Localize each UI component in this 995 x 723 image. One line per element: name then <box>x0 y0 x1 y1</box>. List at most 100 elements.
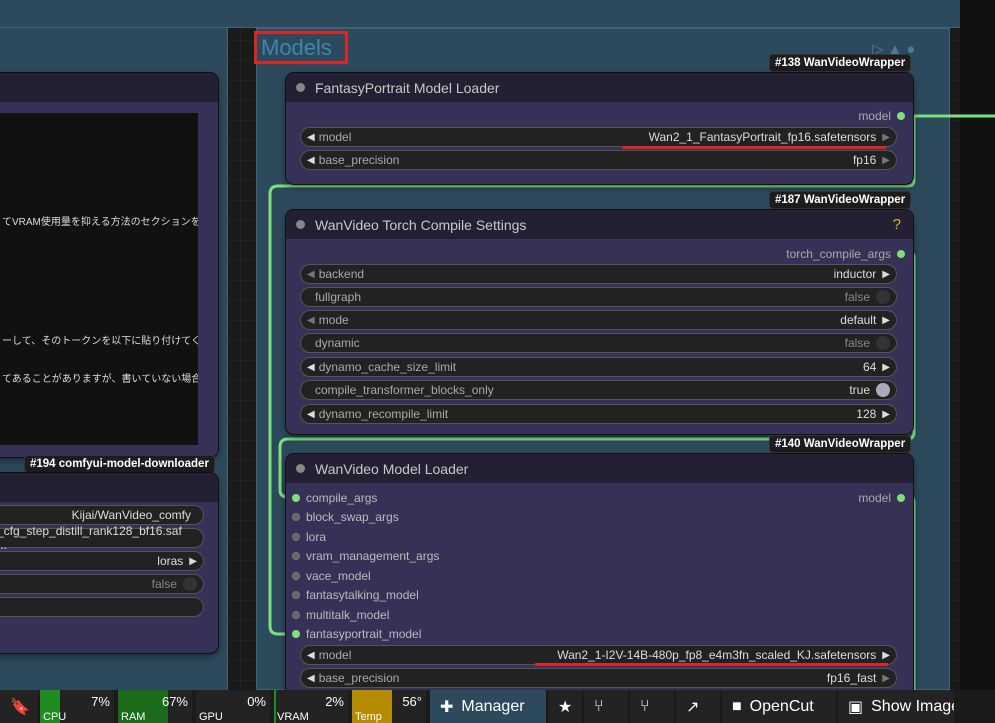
help-icon[interactable]: ? <box>893 216 901 233</box>
notes-line: てあることがありますが、書いていない場合 <box>2 374 198 385</box>
output-slot-model[interactable]: model <box>858 109 905 123</box>
filename-widget[interactable]: _cfg_step_distill_rank128_bf16.saf ... <box>0 524 204 552</box>
slot-dot-icon[interactable] <box>292 552 300 560</box>
highlight-underline <box>622 146 886 149</box>
notes-textarea[interactable]: てVRAM使用量を抑える方法のセクションを読 ーして、そのトークンを以下に貼り付… <box>0 113 198 445</box>
puzzle-icon: ✚ <box>440 698 454 716</box>
collapse-dot-icon[interactable] <box>296 83 305 92</box>
arrow-left-icon[interactable]: ◀ <box>307 673 315 684</box>
downloader-node[interactable]: てVRAM使用量を抑える方法のセクションを読 ーして、そのトークンを以下に貼り付… <box>0 73 218 457</box>
video-icon: ■ <box>732 697 742 715</box>
input-slot-fantasytalking-model[interactable]: fantasytalking_model <box>292 588 419 602</box>
input-slot-lora[interactable]: lora <box>292 530 326 544</box>
arrow-right-icon[interactable]: ▶ <box>882 132 890 143</box>
input-slot-vram-management-args[interactable]: vram_management_args <box>292 549 439 563</box>
arrow-left-icon[interactable]: ◀ <box>307 155 315 166</box>
model-widget[interactable]: ◀ model Wan2_1-I2V-14B-480p_fp8_e4m3fn_s… <box>300 645 897 665</box>
model-widget[interactable]: ◀ model Wan2_1_FantasyPortrait_fp16.safe… <box>300 127 897 147</box>
input-slot-compile-args[interactable]: compile_args <box>292 491 377 505</box>
node-title: FantasyPortrait Model Loader <box>315 79 500 96</box>
arrow-left-icon[interactable]: ◀ <box>307 650 315 661</box>
local-path-widget[interactable]: loras ▶ <box>0 551 204 571</box>
arrow-right-icon[interactable]: ▶ <box>882 362 890 373</box>
slot-dot-icon[interactable] <box>897 494 905 502</box>
torch-compile-settings-node[interactable]: WanVideo Torch Compile Settings ? torch_… <box>286 210 913 434</box>
arrow-right-icon[interactable]: ▶ <box>882 650 890 661</box>
gpu-meter: GPU 0% <box>196 690 270 723</box>
output-slot-torch-compile-args[interactable]: torch_compile_args <box>786 247 905 261</box>
slot-dot-icon[interactable] <box>292 513 300 521</box>
base-precision-widget[interactable]: ◀ base_precision fp16_fast ▶ <box>300 668 897 688</box>
fork-icon: ⑂ <box>594 697 604 715</box>
slot-dot-icon[interactable] <box>292 591 300 599</box>
node-badge-138: #138 WanVideoWrapper <box>769 54 912 72</box>
arrow-right-icon[interactable]: ▶ <box>882 409 890 420</box>
input-slot-vace-model[interactable]: vace_model <box>292 569 371 583</box>
arrow-left-icon[interactable]: ◀ <box>307 132 315 143</box>
notes-line: てVRAM使用量を抑える方法のセクションを読 <box>2 217 198 228</box>
slot-dot-icon[interactable] <box>292 611 300 619</box>
dynamo-cache-size-limit-widget[interactable]: ◀ dynamo_cache_size_limit 64 ▶ <box>300 357 897 377</box>
vram-meter: VRAM 2% <box>274 690 348 723</box>
node-header[interactable]: WanVideo Torch Compile Settings ? <box>286 210 913 239</box>
star-button[interactable]: ★ <box>548 690 582 723</box>
arrow-right-icon[interactable]: ▶ <box>882 269 890 280</box>
wanvideo-model-loader-node[interactable]: WanVideo Model Loader model compile_args… <box>286 454 913 690</box>
slot-dot-icon[interactable] <box>292 630 300 638</box>
bookmark-button[interactable]: 🔖 <box>0 690 38 723</box>
input-slot-block-swap-args[interactable]: block_swap_args <box>292 510 399 524</box>
fork-button[interactable]: ⑂ <box>584 690 628 723</box>
share-icon: ↗ <box>686 698 700 716</box>
fullgraph-widget[interactable]: fullgraph false <box>300 287 897 307</box>
token-widget[interactable] <box>0 597 204 617</box>
arrow-left-icon[interactable]: ◀ <box>307 362 315 373</box>
fork-icon: ⑂ <box>640 697 650 715</box>
collapse-dot-icon[interactable] <box>296 220 305 229</box>
highlight-underline <box>535 663 888 666</box>
slot-dot-icon[interactable] <box>292 533 300 541</box>
compile-transformer-blocks-only-widget[interactable]: compile_transformer_blocks_only true <box>300 380 897 400</box>
dynamo-recompile-limit-widget[interactable]: ◀ dynamo_recompile_limit 128 ▶ <box>300 404 897 424</box>
arrow-left-icon[interactable]: ◀ <box>307 315 315 326</box>
toggle-icon[interactable] <box>876 336 890 350</box>
output-slot-model[interactable]: model <box>858 491 905 505</box>
arrow-right-icon[interactable]: ▶ <box>882 155 890 166</box>
manager-button[interactable]: ✚ Manager <box>430 690 546 723</box>
mode-widget[interactable]: ◀ mode default ▶ <box>300 310 897 330</box>
collapse-dot-icon[interactable] <box>296 464 305 473</box>
slot-dot-icon[interactable] <box>292 572 300 580</box>
node-badge-140: #140 WanVideoWrapper <box>769 435 912 453</box>
node-header[interactable]: WanVideo Model Loader <box>286 454 913 483</box>
arrow-right-icon[interactable]: ▶ <box>882 673 890 684</box>
show-image-button[interactable]: ▣ Show Image <box>838 690 954 723</box>
node-badge-187: #187 WanVideoWrapper <box>769 191 912 209</box>
slot-dot-icon[interactable] <box>897 250 905 258</box>
arrow-left-icon[interactable]: ◀ <box>307 269 315 280</box>
toggle-icon[interactable] <box>183 577 197 591</box>
arrow-left-icon[interactable]: ◀ <box>307 409 315 420</box>
node-header[interactable]: FantasyPortrait Model Loader <box>286 73 913 102</box>
base-precision-widget[interactable]: ◀ base_precision fp16 ▶ <box>300 150 897 170</box>
arrow-right-icon[interactable]: ▶ <box>882 315 890 326</box>
backend-widget[interactable]: ◀ backend inductor ▶ <box>300 264 897 284</box>
star-icon: ★ <box>558 698 573 716</box>
slot-dot-icon[interactable] <box>897 112 905 120</box>
opencut-button[interactable]: ■ OpenCut <box>722 690 836 723</box>
input-slot-multitalk-model[interactable]: multitalk_model <box>292 608 389 622</box>
repo-id-widget[interactable]: Kijai/WanVideo_comfy <box>0 505 204 525</box>
dynamic-widget[interactable]: dynamic false <box>300 333 897 353</box>
node-title: WanVideo Model Loader <box>315 460 469 477</box>
graph-canvas[interactable]: Models ▷▲● てVRAM使用量を抑える方法のセクションを読 ーして、その… <box>0 0 995 690</box>
input-slot-fantasyportrait-model[interactable]: fantasyportrait_model <box>292 627 421 641</box>
toggle-icon[interactable] <box>876 383 890 397</box>
fantasyportrait-loader-node[interactable]: FantasyPortrait Model Loader model ◀ mod… <box>286 73 913 184</box>
fork-alt-button[interactable]: ⑂ <box>630 690 674 723</box>
downloader-node-widgets[interactable]: Kijai/WanVideo_comfy _cfg_step_distill_r… <box>0 473 218 653</box>
cpu-meter: CPU 7% <box>40 690 114 723</box>
arrow-right-icon[interactable]: ▶ <box>189 556 197 567</box>
slot-dot-icon[interactable] <box>292 494 300 502</box>
overwrite-widget[interactable]: false <box>0 574 204 594</box>
share-button[interactable]: ↗ <box>676 690 720 723</box>
toggle-icon[interactable] <box>876 290 890 304</box>
node-title: WanVideo Torch Compile Settings <box>315 216 527 233</box>
